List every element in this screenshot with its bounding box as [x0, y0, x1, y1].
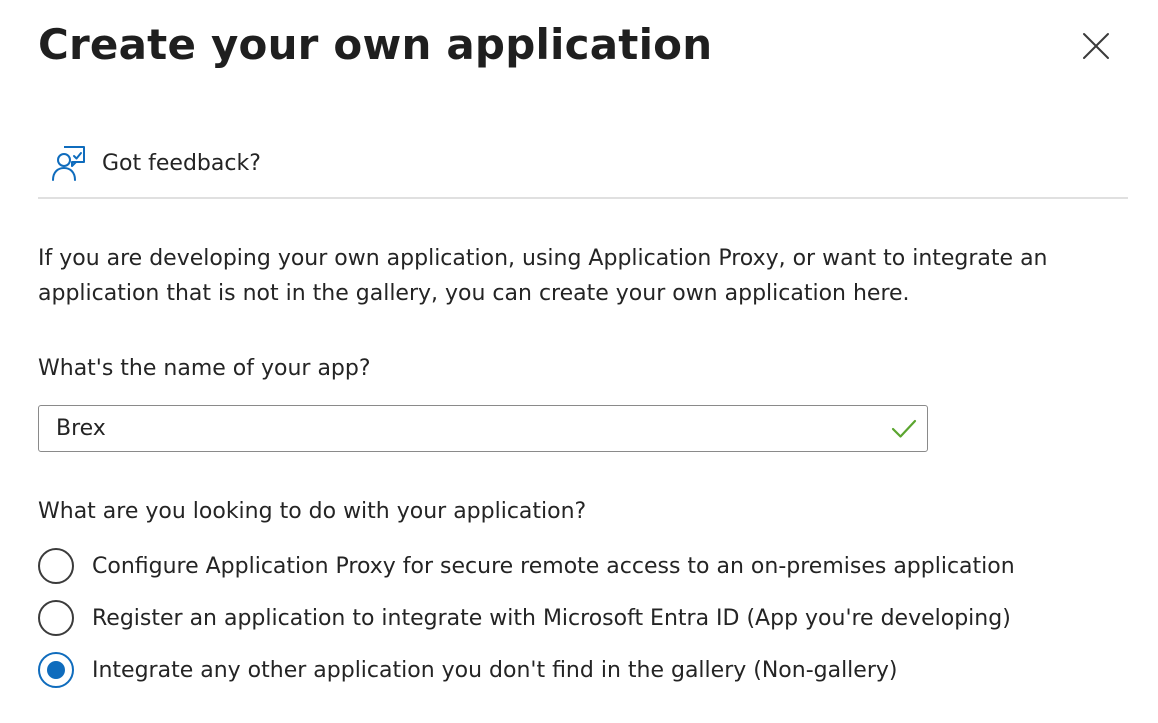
- radio-option-label: Configure Application Proxy for secure r…: [92, 553, 1015, 579]
- radio-option-non-gallery[interactable]: Integrate any other application you don'…: [38, 650, 897, 690]
- app-name-field[interactable]: [38, 405, 928, 452]
- page-title: Create your own application: [38, 20, 713, 69]
- radio-option-label: Integrate any other application you don'…: [92, 657, 898, 683]
- feedback-link[interactable]: Got feedback?: [50, 140, 261, 186]
- radio-button[interactable]: [38, 548, 74, 584]
- radio-option-app-proxy[interactable]: Configure Application Proxy for secure r…: [38, 546, 1015, 586]
- intro-text: If you are developing your own applicati…: [38, 246, 1048, 306]
- purpose-label: What are you looking to do with your app…: [38, 499, 587, 524]
- feedback-label: Got feedback?: [102, 150, 261, 176]
- close-icon: [1075, 26, 1117, 68]
- radio-button-selected[interactable]: [38, 652, 74, 688]
- app-name-label: What's the name of your app?: [38, 356, 371, 381]
- create-app-panel: Create your own application Got feedback…: [0, 0, 1158, 723]
- divider: [38, 197, 1128, 199]
- checkmark-icon: [891, 416, 917, 442]
- radio-option-label: Register an application to integrate wit…: [92, 605, 1011, 631]
- close-button[interactable]: [1075, 26, 1117, 68]
- app-name-input[interactable]: [39, 406, 879, 450]
- feedback-person-icon: [50, 140, 90, 186]
- radio-button[interactable]: [38, 600, 74, 636]
- radio-selected-dot: [47, 661, 65, 679]
- radio-option-register-app[interactable]: Register an application to integrate wit…: [38, 598, 1011, 638]
